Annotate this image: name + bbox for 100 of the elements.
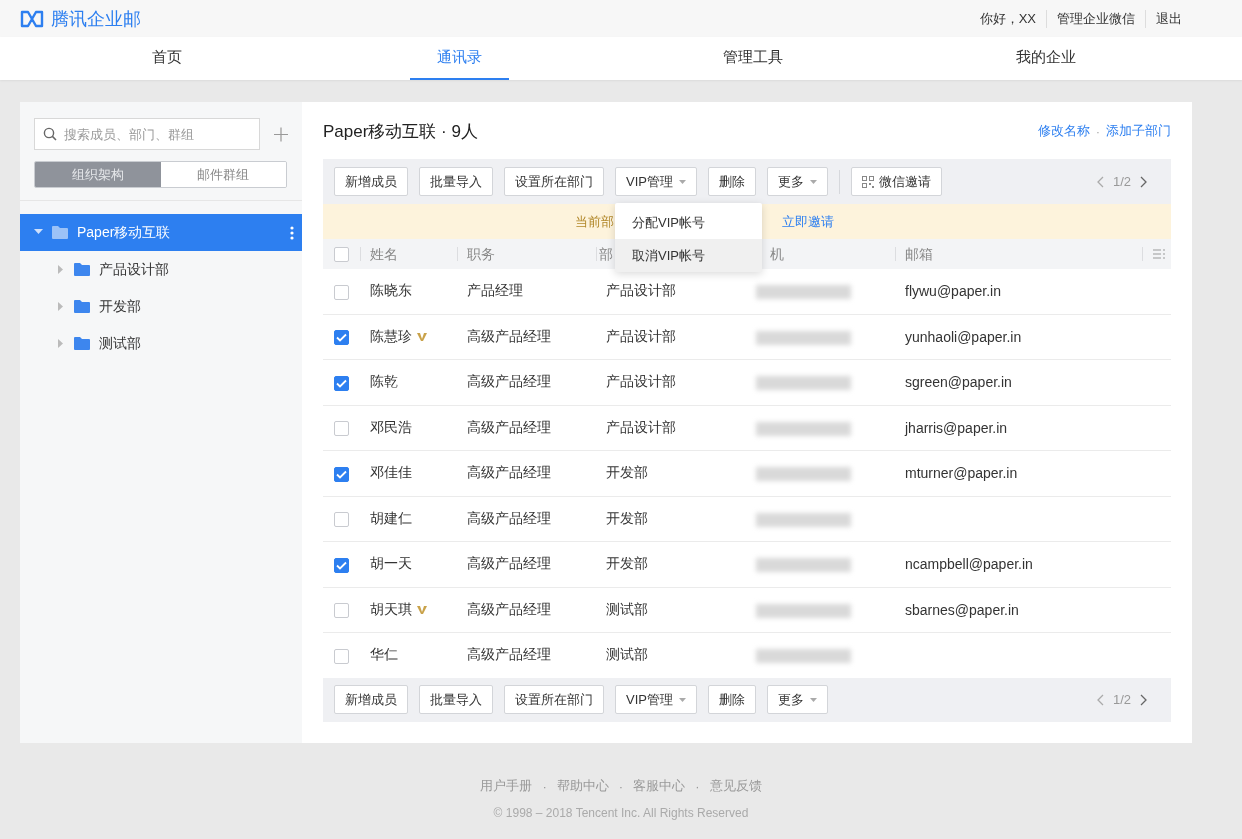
segment-tab[interactable]: 邮件群组 — [160, 162, 286, 187]
checkbox[interactable] — [334, 284, 349, 300]
search-field[interactable]: 搜索成员、部门、群组 — [34, 118, 260, 150]
toolbar-button[interactable]: VIP管理 — [615, 167, 697, 196]
table-cell: ncampbell@paper.in — [905, 556, 1033, 573]
member-row[interactable]: 胡一天 高级产品经理 开发部 ncampbell@paper.in — [323, 541, 1171, 587]
member-row[interactable]: 胡建仁 高级产品经理 开发部 — [323, 496, 1171, 542]
more-options-icon[interactable] — [290, 225, 294, 240]
toolbar-button[interactable]: 设置所在部门 — [504, 685, 604, 714]
add-icon[interactable] — [274, 126, 288, 142]
collapsed-triangle-icon[interactable] — [56, 302, 65, 311]
page-indicator: 1/2 — [1112, 174, 1131, 189]
table-cell: 产品设计部 — [596, 314, 746, 360]
member-row[interactable]: 陈乾 高级产品经理 产品设计部 sgreen@paper.in — [323, 359, 1171, 405]
member-row[interactable]: 胡天琪 高级产品经理 测试部 sbarnes@paper.in — [323, 587, 1171, 633]
checkbox[interactable] — [334, 421, 349, 437]
table-cell: 邓佳佳 — [370, 464, 412, 483]
table-cell: 陈慧珍 — [370, 327, 412, 346]
nav-tab[interactable]: 通讯录 — [410, 37, 509, 80]
header-link[interactable]: 退出 — [1145, 9, 1192, 28]
notice-text: 当前部 — [575, 212, 614, 231]
toolbar-button[interactable]: 新增成员 — [334, 167, 408, 196]
table-cell: sgreen@paper.in — [905, 374, 1012, 391]
checkbox[interactable] — [334, 557, 349, 573]
action-link[interactable]: 修改名称 — [1037, 122, 1090, 140]
table-cell: mturner@paper.in — [905, 465, 1018, 482]
previous-page-icon[interactable] — [1096, 693, 1104, 706]
checkbox[interactable] — [334, 512, 349, 528]
collapsed-triangle-icon[interactable] — [56, 339, 65, 348]
checkbox[interactable] — [334, 247, 349, 263]
member-row[interactable]: 邓佳佳 高级产品经理 开发部 mturner@paper.in — [323, 450, 1171, 496]
folder-icon — [52, 226, 68, 239]
table-cell: 高级产品经理 — [457, 632, 596, 678]
next-page-icon[interactable] — [1140, 693, 1147, 706]
brand-name: 腾讯企业邮 — [51, 7, 141, 31]
expanded-triangle-icon[interactable] — [34, 228, 43, 237]
checkbox[interactable] — [334, 648, 349, 664]
next-page-icon[interactable] — [1140, 175, 1147, 188]
folder-icon — [74, 263, 90, 276]
toolbar-button[interactable]: 删除 — [707, 685, 756, 714]
table-cell: sbarnes@paper.in — [905, 601, 1019, 618]
table-cell: 开发部 — [596, 496, 746, 542]
nav-tab[interactable]: 首页 — [124, 37, 209, 80]
column-header: 部 — [599, 247, 613, 261]
column-header: 姓名 — [370, 247, 398, 261]
toolbar-button[interactable]: 批量导入 — [419, 685, 493, 714]
caret-icon — [678, 697, 686, 702]
separator-dot: · — [618, 778, 624, 794]
tree-item[interactable]: 测试部 — [20, 325, 302, 362]
table-cell: 测试部 — [596, 632, 746, 678]
table-cell: 高级产品经理 — [457, 496, 596, 542]
table-cell: 高级产品经理 — [457, 587, 596, 633]
checkbox[interactable] — [334, 466, 349, 482]
checkbox[interactable] — [334, 375, 349, 391]
previous-page-icon[interactable] — [1096, 175, 1104, 188]
header-link[interactable]: 管理企业微信 — [1046, 9, 1145, 28]
checkbox[interactable] — [334, 330, 349, 346]
toolbar-button[interactable]: 新增成员 — [334, 685, 408, 714]
tree-item[interactable]: 产品设计部 — [20, 251, 302, 288]
table-cell: 陈乾 — [370, 373, 398, 392]
member-row[interactable]: 华仁 高级产品经理 测试部 — [323, 632, 1171, 678]
checkbox[interactable] — [334, 603, 349, 619]
table-cell: 测试部 — [596, 587, 746, 633]
table-cell: 华仁 — [370, 646, 398, 665]
toolbar-button[interactable]: 微信邀请 — [850, 167, 942, 196]
collapsed-triangle-icon[interactable] — [56, 265, 65, 274]
toolbar-button[interactable]: 更多 — [766, 167, 828, 196]
invite-link[interactable]: 立即邀请 — [782, 212, 834, 231]
table-cell: 高级产品经理 — [457, 541, 596, 587]
table-cell: 高级产品经理 — [457, 359, 596, 405]
table-cell: 开发部 — [596, 450, 746, 496]
table-cell: 胡天琪 — [370, 600, 412, 619]
table-cell: yunhaoli@paper.in — [905, 328, 1022, 345]
nav-tab[interactable]: 我的企业 — [988, 37, 1103, 80]
toolbar-button[interactable]: 批量导入 — [419, 167, 493, 196]
tree-item[interactable]: 开发部 — [20, 288, 302, 325]
folder-icon — [74, 300, 90, 313]
logo-icon — [19, 9, 45, 28]
caret-icon — [678, 179, 686, 184]
toolbar-button[interactable]: 更多 — [766, 685, 828, 714]
toolbar-button[interactable]: VIP管理 — [615, 685, 697, 714]
member-row[interactable]: 邓民浩 高级产品经理 产品设计部 jharris@paper.in — [323, 405, 1171, 451]
caret-icon — [809, 179, 817, 184]
action-link[interactable]: 添加子部门 — [1106, 122, 1171, 140]
table-cell: 产品经理 — [457, 269, 596, 314]
table-cell: jharris@paper.in — [905, 419, 1008, 436]
tree-item[interactable]: Paper移动互联 — [20, 214, 302, 251]
toolbar-button[interactable]: 删除 — [707, 167, 756, 196]
nav-tab[interactable]: 管理工具 — [695, 37, 810, 80]
table-cell: 高级产品经理 — [457, 450, 596, 496]
menu-item[interactable]: 分配VIP帐号 — [615, 206, 762, 239]
member-row[interactable]: 陈晓东 产品经理 产品设计部 flywu@paper.in — [323, 269, 1171, 314]
toolbar-button[interactable]: 设置所在部门 — [504, 167, 604, 196]
column-settings-icon[interactable] — [1153, 249, 1165, 259]
greeting: 你好，XX — [978, 9, 1037, 28]
table-cell: 高级产品经理 — [457, 405, 596, 451]
table-cell: 邓民浩 — [370, 418, 412, 437]
menu-item[interactable]: 取消VIP帐号 — [615, 239, 762, 272]
caret-icon — [809, 697, 817, 702]
member-row[interactable]: 陈慧珍 高级产品经理 产品设计部 yunhaoli@paper.in — [323, 314, 1171, 360]
